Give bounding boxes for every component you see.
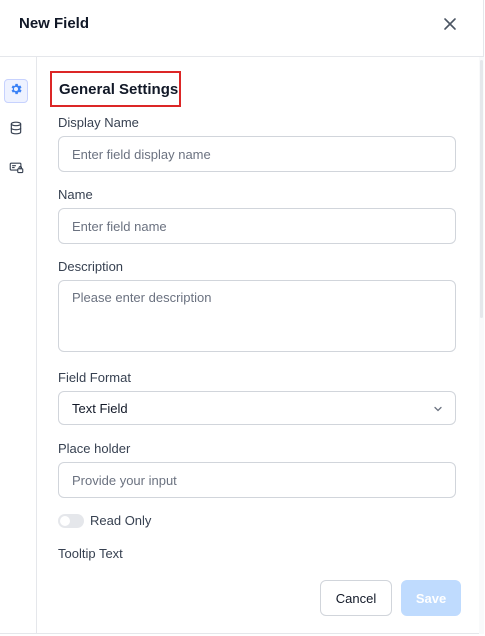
scrollbar-thumb[interactable] <box>480 60 483 318</box>
dialog-title: New Field <box>19 15 90 32</box>
settings-nav-rail <box>0 57 37 634</box>
gear-icon <box>9 82 23 101</box>
field-format-label: Field Format <box>58 370 131 385</box>
section-title: General Settings <box>50 71 181 107</box>
close-icon[interactable] <box>440 14 460 34</box>
field-format-value: Text Field <box>72 401 128 416</box>
cancel-button[interactable]: Cancel <box>320 580 392 616</box>
placeholder-label: Place holder <box>58 441 131 456</box>
chevron-down-icon <box>433 402 443 417</box>
dialog-header: New Field <box>0 0 484 57</box>
tooltip-text-label: Tooltip Text <box>58 546 123 561</box>
read-only-label: Read Only <box>90 513 152 528</box>
display-name-label: Display Name <box>58 115 139 130</box>
placeholder-input[interactable] <box>58 462 456 498</box>
new-field-dialog: New Field General Settings Display Name … <box>0 0 484 634</box>
description-label: Description <box>58 259 124 274</box>
field-format-select[interactable]: Text Field <box>58 391 456 425</box>
name-input[interactable] <box>58 208 456 244</box>
sidebar-item-general-settings[interactable] <box>4 79 28 103</box>
save-button[interactable]: Save <box>401 580 461 616</box>
name-label: Name <box>58 187 93 202</box>
display-name-input[interactable] <box>58 136 456 172</box>
description-textarea[interactable] <box>58 280 456 352</box>
toggle-knob <box>60 516 70 526</box>
database-icon <box>9 121 23 140</box>
sidebar-item-permissions[interactable] <box>4 158 28 182</box>
id-card-lock-icon <box>9 161 24 179</box>
read-only-toggle[interactable] <box>58 514 84 528</box>
sidebar-item-data-source[interactable] <box>4 118 28 142</box>
